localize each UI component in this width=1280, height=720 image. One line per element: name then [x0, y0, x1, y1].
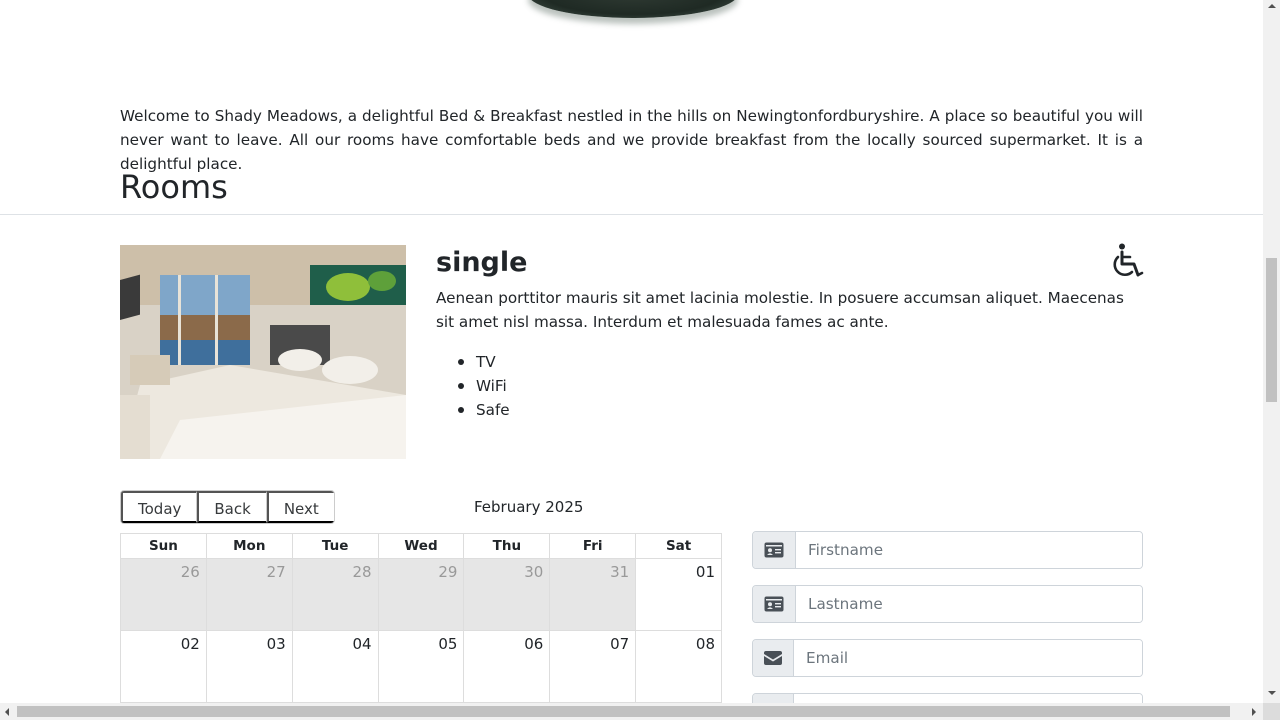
calendar-day-cell[interactable]: 03 [207, 631, 293, 702]
calendar-day-cell[interactable]: 06 [464, 631, 551, 702]
vertical-scrollbar[interactable] [1263, 0, 1280, 703]
booking-form [752, 531, 1143, 703]
scroll-up-arrow-icon[interactable] [1268, 4, 1276, 8]
email-group [752, 639, 1143, 677]
rooms-heading: Rooms [120, 168, 228, 206]
calendar-day-cell[interactable]: 31 [550, 559, 637, 630]
envelope-icon [753, 640, 794, 676]
calendar-day-cell[interactable]: 04 [293, 631, 379, 702]
calendar-day-cell[interactable]: 05 [379, 631, 465, 702]
phone-icon [753, 694, 794, 703]
weekday-label: Tue [293, 534, 379, 558]
calendar-week-row: 02 03 04 05 06 07 08 [121, 631, 721, 703]
horizontal-scroll-thumb[interactable] [17, 706, 1230, 717]
weekday-label: Mon [207, 534, 293, 558]
weekday-label: Sun [121, 534, 207, 558]
amenities-list: TV WiFi Safe [458, 350, 510, 422]
lastname-group [752, 585, 1143, 623]
wheelchair-icon [1108, 242, 1146, 280]
scrollbar-corner [1263, 703, 1280, 720]
scroll-right-arrow-icon[interactable] [1252, 708, 1256, 716]
calendar-day-cell[interactable]: 29 [378, 559, 465, 630]
calendar-day-cell[interactable]: 02 [121, 631, 207, 702]
hotel-logo-image [528, 0, 738, 18]
today-button[interactable]: Today [121, 491, 198, 523]
booking-calendar: Sun Mon Tue Wed Thu Fri Sat 26 27 28 29 … [120, 533, 722, 703]
welcome-text: Welcome to Shady Meadows, a delightful B… [120, 107, 1143, 173]
horizontal-scrollbar[interactable] [0, 703, 1263, 720]
amenity-item: TV [458, 350, 510, 374]
next-button[interactable]: Next [266, 491, 334, 523]
calendar-week-row: 26 27 28 29 30 31 01 [121, 559, 721, 631]
firstname-group [752, 531, 1143, 569]
id-card-icon [753, 586, 796, 622]
weekday-label: Thu [464, 534, 551, 558]
room-description: Aenean porttitor mauris sit amet lacinia… [436, 289, 1124, 331]
id-card-icon [753, 532, 796, 568]
page-viewport: Welcome to Shady Meadows, a delightful B… [0, 0, 1263, 703]
calendar-day-cell[interactable]: 26 [121, 559, 207, 630]
calendar-day-cell[interactable]: 27 [206, 559, 293, 630]
phone-group-partial [752, 693, 1143, 703]
weekday-label: Fri [550, 534, 637, 558]
room-image [120, 245, 406, 459]
calendar-day-cell[interactable]: 08 [636, 631, 721, 702]
firstname-input[interactable] [796, 532, 1142, 568]
calendar-nav-buttons: Today Back Next [120, 490, 335, 524]
weekday-label: Sat [665, 538, 692, 554]
scroll-left-arrow-icon[interactable] [5, 708, 9, 716]
calendar-month-label: February 2025 [474, 498, 584, 516]
email-input[interactable] [794, 640, 1142, 676]
calendar-day-cell[interactable]: 07 [550, 631, 637, 702]
amenity-item: WiFi [458, 374, 510, 398]
amenity-item: Safe [458, 398, 510, 422]
room-type-title: single [436, 247, 528, 278]
calendar-day-cell[interactable]: 28 [292, 559, 379, 630]
weekday-label: Wed [379, 534, 465, 558]
calendar-day-cell[interactable]: 01 [636, 559, 721, 630]
section-divider [0, 214, 1263, 215]
phone-input[interactable] [794, 694, 1142, 703]
vertical-scroll-thumb[interactable] [1266, 258, 1277, 402]
calendar-day-cell[interactable]: 30 [464, 559, 551, 630]
back-button[interactable]: Back [197, 491, 267, 523]
calendar-weekday-header: Sun Mon Tue Wed Thu Fri Sat [121, 534, 721, 559]
scroll-down-arrow-icon[interactable] [1268, 691, 1276, 695]
lastname-input[interactable] [796, 586, 1142, 622]
